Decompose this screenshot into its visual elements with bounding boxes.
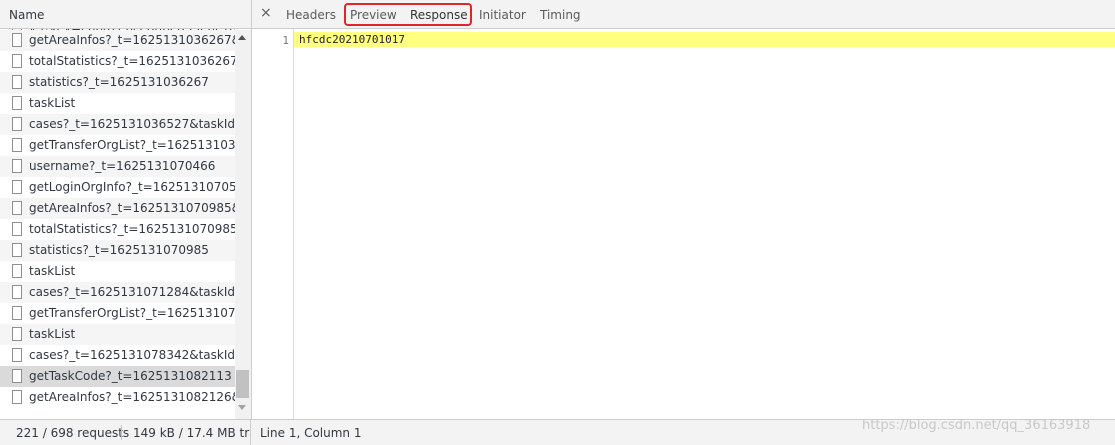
request-name: totalStatistics?_t=1625131036267 [29,54,235,68]
scroll-up-arrow-icon[interactable] [238,35,246,40]
request-count: 221 / 698 requests [16,426,130,440]
request-name: totalStatistics?_t=1625131070985 [29,222,235,236]
request-name: statistics?_t=1625131036267 [29,75,209,89]
request-row[interactable]: taskList [0,261,235,282]
devtools-network-panel: v3?key=c6ba2ebcedd6ed59e0c1d5953egetArea… [0,0,1115,445]
scroll-thumb[interactable] [236,370,249,398]
request-name: cases?_t=1625131036527&taskId=507... [29,117,235,131]
request-row[interactable]: getLoginOrgInfo?_t=1625131070553 [0,177,235,198]
document-icon [12,306,22,320]
highlighted-code-line[interactable]: hfcdc20210701017 [294,32,1115,47]
document-icon [12,54,22,68]
request-row[interactable]: taskList [0,324,235,345]
status-divider [121,425,122,440]
line-number-gutter: 1 [252,29,294,419]
request-row[interactable]: statistics?_t=1625131070985 [0,240,235,261]
document-icon [12,222,22,236]
request-name: getAreaInfos?_t=1625131070985&areaCode= [29,201,235,215]
request-name: taskList [29,264,76,278]
document-icon [12,327,22,341]
request-detail-panel: × Headers Preview Response Initiator Tim… [252,0,1115,419]
document-icon [12,369,22,383]
document-icon [12,348,22,362]
document-icon [12,33,22,47]
scroll-down-arrow-icon[interactable] [238,405,246,410]
request-name: getAreaInfos?_t=1625131036267&areaCode= [29,33,235,47]
request-row[interactable]: getTransferOrgList?_t=1625131037126 [0,135,235,156]
transfer-size: 149 kB / 17.4 MB transferred [133,426,250,440]
request-name: taskList [29,327,76,341]
request-name: getTransferOrgList?_t=1625131072215 [29,306,235,320]
cursor-position: Line 1, Column 1 [260,426,362,440]
tab-timing[interactable]: Timing [540,8,581,22]
document-icon [12,264,22,278]
request-row[interactable]: getAreaInfos?_t=1625131082126&areaCode= [0,387,235,408]
request-row[interactable]: statistics?_t=1625131036267 [0,72,235,93]
request-row[interactable]: taskList [0,93,235,114]
request-row[interactable]: getTaskCode?_t=1625131082113 [0,366,235,387]
request-name: statistics?_t=1625131070985 [29,243,209,257]
line-number: 1 [282,34,289,47]
request-name: getAreaInfos?_t=1625131082126&areaCode= [29,390,235,404]
request-name: cases?_t=1625131071284&taskId=507... [29,285,235,299]
request-row[interactable]: totalStatistics?_t=1625131036267 [0,51,235,72]
annotation-highlight-box [344,3,472,26]
request-row[interactable]: cases?_t=1625131071284&taskId=507... [0,282,235,303]
response-body-viewer[interactable]: hfcdc20210701017 [294,29,1115,419]
request-rows: v3?key=c6ba2ebcedd6ed59e0c1d5953egetArea… [0,22,235,408]
detail-tab-bar: × Headers Preview Response Initiator Tim… [252,0,1115,29]
request-list-header[interactable]: Name [0,0,251,29]
request-name: getTransferOrgList?_t=1625131037126 [29,138,235,152]
response-text[interactable]: hfcdc20210701017 [299,33,405,46]
network-summary: 221 / 698 requests 149 kB / 17.4 MB tran… [0,420,251,445]
watermark-text: https://blog.csdn.net/qq_36163918 [862,418,1091,433]
document-icon [12,159,22,173]
request-list-scrollbar[interactable] [235,30,251,419]
request-row[interactable]: username?_t=1625131070466 [0,156,235,177]
request-name: username?_t=1625131070466 [29,159,216,173]
request-row[interactable]: totalStatistics?_t=1625131070985 [0,219,235,240]
tab-initiator[interactable]: Initiator [479,8,526,22]
request-row[interactable]: cases?_t=1625131036527&taskId=507... [0,114,235,135]
document-icon [12,75,22,89]
document-icon [12,180,22,194]
document-icon [12,96,22,110]
request-list-panel: v3?key=c6ba2ebcedd6ed59e0c1d5953egetArea… [0,0,251,419]
request-row[interactable]: getAreaInfos?_t=1625131070985&areaCode= [0,198,235,219]
document-icon [12,138,22,152]
request-name: cases?_t=1625131078342&taskId=507... [29,348,235,362]
document-icon [12,285,22,299]
request-name: getTaskCode?_t=1625131082113 [29,369,232,383]
request-name: getLoginOrgInfo?_t=1625131070553 [29,180,235,194]
document-icon [12,117,22,131]
request-name: taskList [29,96,76,110]
request-row[interactable]: cases?_t=1625131078342&taskId=507... [0,345,235,366]
tab-headers[interactable]: Headers [286,8,336,22]
document-icon [12,243,22,257]
document-icon [12,390,22,404]
name-column-header[interactable]: Name [9,8,44,22]
request-row[interactable]: getTransferOrgList?_t=1625131072215 [0,303,235,324]
close-icon[interactable]: × [260,5,272,21]
request-row[interactable]: getAreaInfos?_t=1625131036267&areaCode= [0,30,235,51]
document-icon [12,201,22,215]
